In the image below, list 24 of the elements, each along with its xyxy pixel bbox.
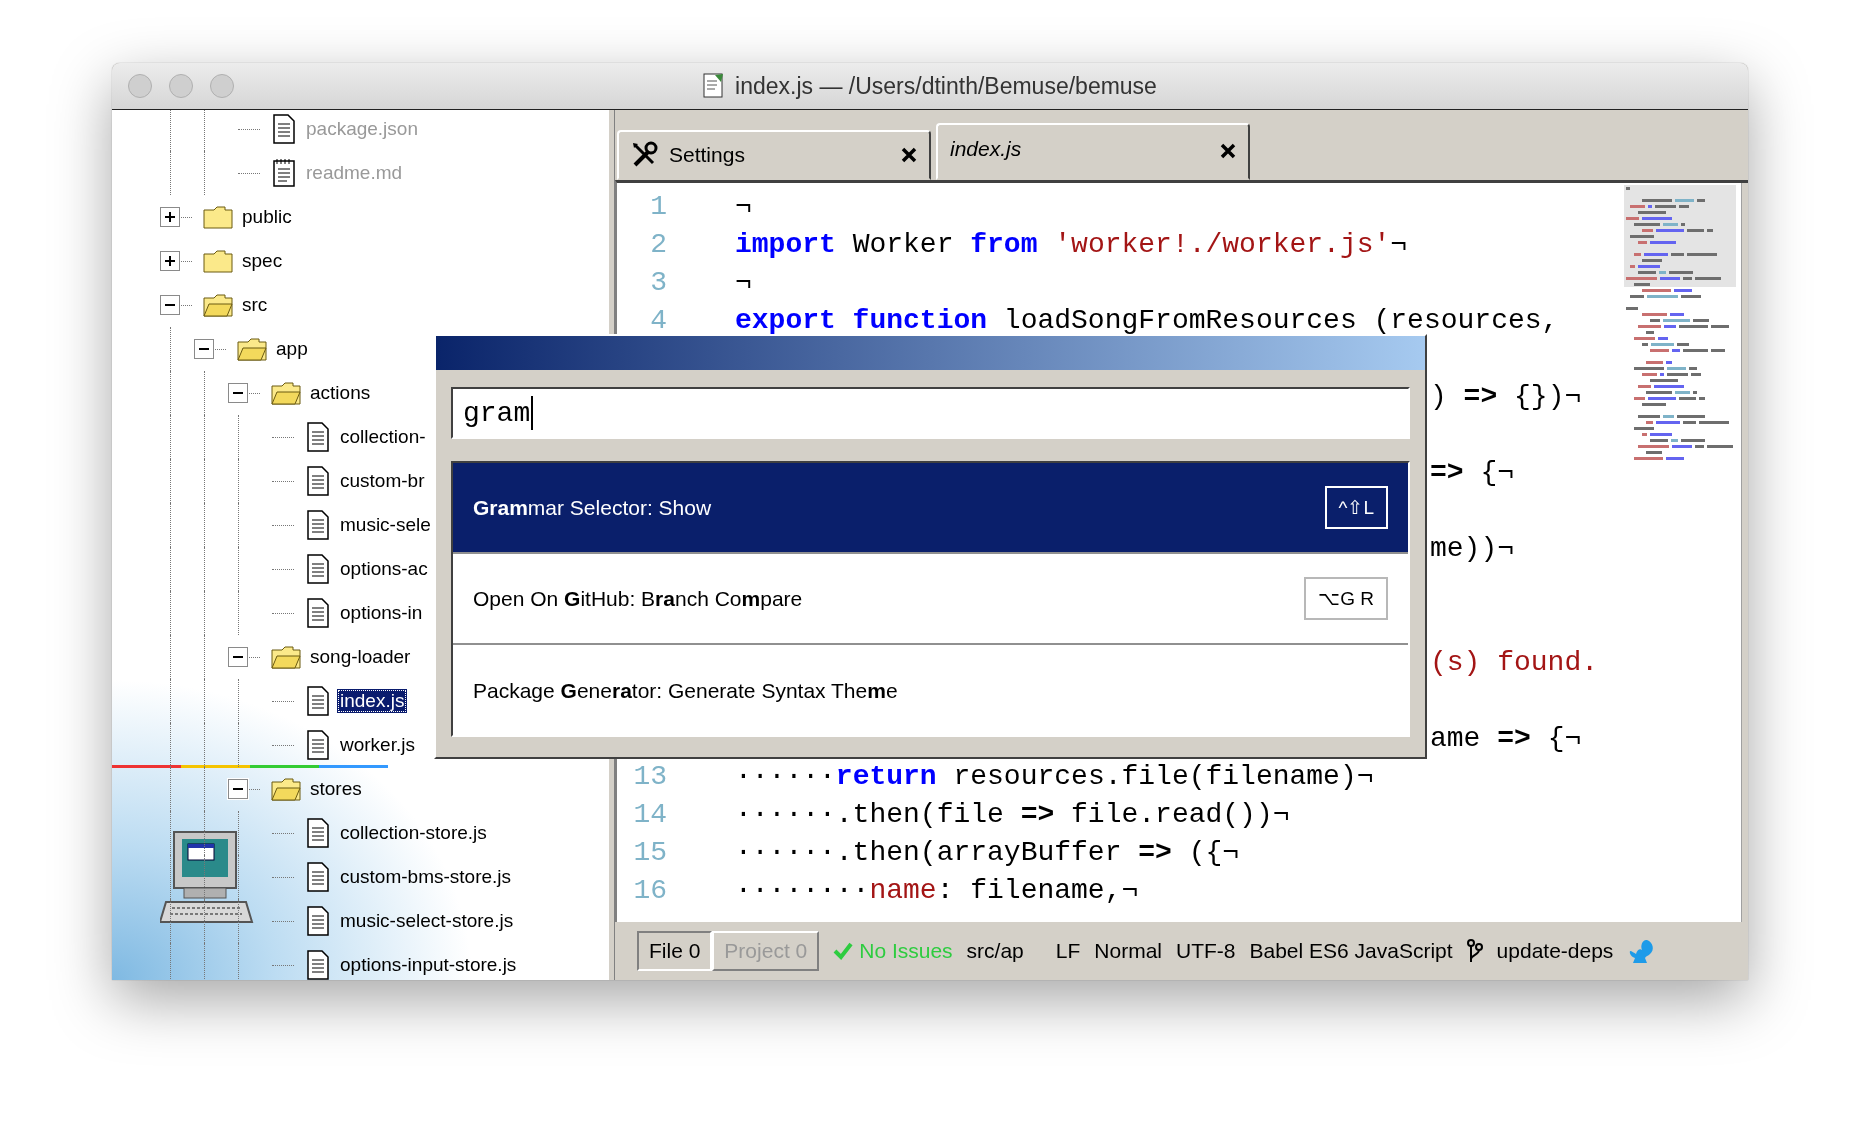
line-number: 4 — [650, 304, 667, 336]
code-line: => {¬ — [1430, 456, 1515, 488]
line-number: 15 — [633, 836, 667, 868]
code-line: ¬ — [735, 190, 752, 222]
code-line: import Worker from 'worker!./worker.js'¬ — [735, 228, 1408, 260]
code-line: me))¬ — [1430, 532, 1514, 564]
line-number: 14 — [633, 798, 667, 830]
code-line: ······.then(file => file.read())¬ — [735, 798, 1290, 830]
code-line: ) => {})¬ — [1430, 380, 1582, 412]
code-line: ······.then(arrayBuffer => ({¬ — [735, 836, 1240, 868]
keybinding: ^⇧L — [1324, 486, 1388, 529]
line-number: 3 — [650, 266, 667, 298]
line-number: 16 — [633, 874, 667, 906]
code-line: ¬ — [735, 266, 752, 298]
code-line: ······return resources.file(filename)¬ — [735, 760, 1374, 792]
code-line: (s) found. — [1430, 646, 1599, 678]
code-line: ········name: filename,¬ — [735, 874, 1139, 906]
keybinding: ⌥G R — [1304, 577, 1388, 620]
code-line: ame => {¬ — [1430, 722, 1582, 754]
line-number: 2 — [650, 228, 667, 260]
window-title: index.js — /Users/dtinth/Bemuse/bemuse — [735, 72, 1157, 100]
line-number: 13 — [633, 760, 667, 792]
line-number: 1 — [650, 190, 667, 222]
code-line: export function loadSongFromResources (resources, — [735, 304, 1559, 336]
